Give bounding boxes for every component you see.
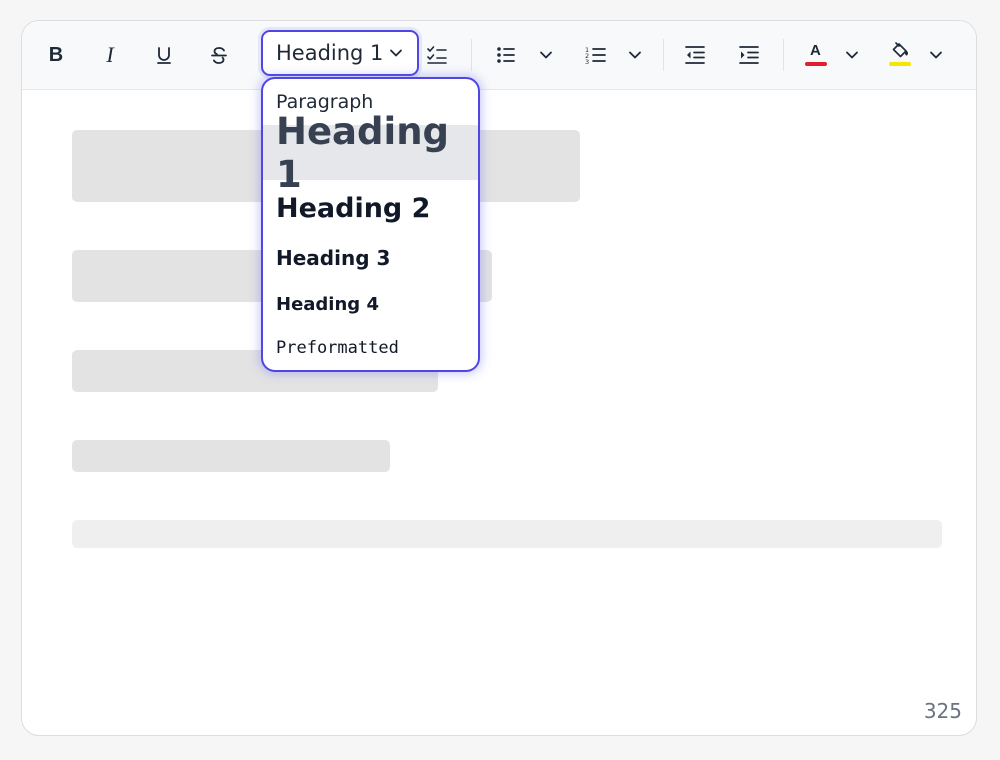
highlight-button[interactable] (883, 38, 917, 72)
character-count: 325 (923, 699, 962, 723)
highlight-options-button[interactable] (919, 38, 953, 72)
bold-icon: B (48, 43, 64, 66)
text-color-button[interactable]: A (799, 38, 833, 72)
indent-icon (739, 46, 759, 64)
svg-text:3: 3 (585, 58, 589, 65)
rich-text-editor: B I Heading 1 1 2 3 A Paragraph Heading … (21, 20, 977, 736)
numbered-list-icon: 1 2 3 (585, 46, 606, 65)
checklist-button[interactable] (420, 38, 454, 72)
italic-button[interactable]: I (93, 38, 127, 72)
dropdown-item-heading-2[interactable]: Heading 2 (263, 184, 478, 232)
numbered-list-options-button[interactable] (618, 38, 652, 72)
toolbar: B I Heading 1 1 2 3 A (22, 21, 976, 90)
checklist-icon (427, 46, 447, 64)
chevron-down-icon (390, 49, 402, 57)
content-placeholder-line (72, 440, 390, 472)
chevron-down-icon (930, 51, 942, 59)
strikethrough-icon (211, 47, 227, 64)
text-color-icon: A (805, 42, 827, 68)
underline-icon (157, 47, 171, 64)
content-placeholder-line (72, 520, 942, 548)
bullet-list-button[interactable] (489, 38, 523, 72)
block-format-value: Heading 1 (276, 41, 384, 65)
highlight-swatch (889, 62, 911, 66)
text-color-options-button[interactable] (835, 38, 869, 72)
underline-button[interactable] (147, 38, 181, 72)
numbered-list-button[interactable]: 1 2 3 (579, 38, 613, 72)
outdent-icon (685, 46, 705, 64)
highlight-icon (889, 42, 911, 68)
strikethrough-button[interactable] (202, 38, 236, 72)
toolbar-divider (783, 39, 784, 71)
chevron-down-icon (629, 51, 641, 59)
indent-button[interactable] (732, 38, 766, 72)
text-color-swatch (805, 62, 827, 66)
bullet-list-icon (497, 47, 515, 63)
dropdown-item-heading-1[interactable]: Heading 1 (263, 110, 478, 196)
dropdown-item-preformatted[interactable]: Preformatted (263, 327, 478, 369)
block-format-dropdown: Paragraph Heading 1 Heading 2 Heading 3 … (261, 77, 480, 372)
toolbar-divider (663, 39, 664, 71)
chevron-down-icon (540, 51, 552, 59)
bold-button[interactable]: B (39, 38, 73, 72)
block-format-select[interactable]: Heading 1 (261, 30, 419, 76)
toolbar-divider (471, 39, 472, 71)
dropdown-item-heading-3[interactable]: Heading 3 (263, 237, 478, 279)
text-color-glyph: A (810, 42, 821, 59)
italic-icon: I (106, 42, 114, 67)
bullet-list-options-button[interactable] (529, 38, 563, 72)
outdent-button[interactable] (678, 38, 712, 72)
dropdown-item-heading-4[interactable]: Heading 4 (263, 283, 478, 325)
chevron-down-icon (846, 51, 858, 59)
